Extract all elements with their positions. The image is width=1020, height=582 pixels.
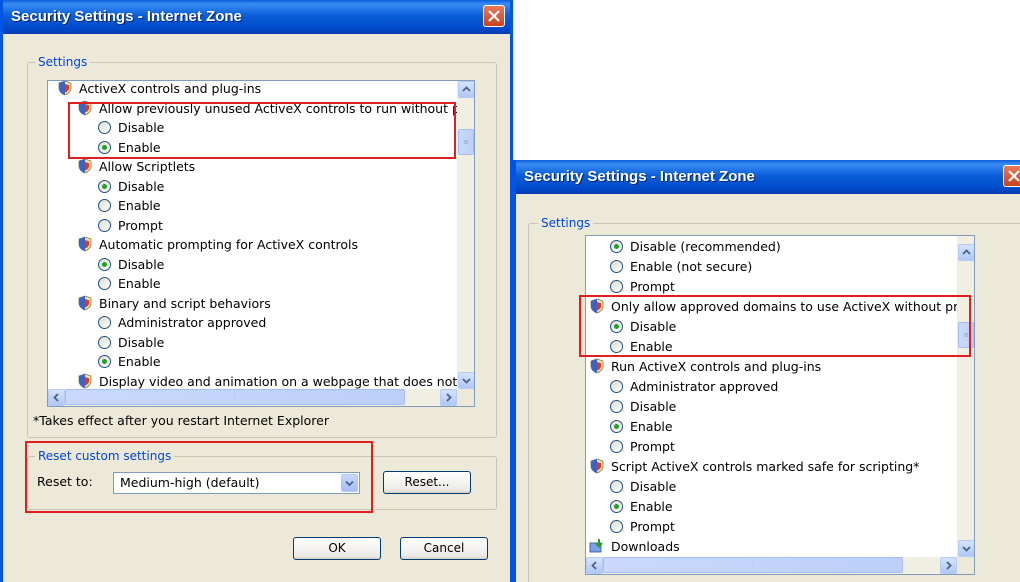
radio-button[interactable]: [610, 400, 623, 413]
option-label: Administrator approved: [630, 379, 779, 394]
option-label: Enable: [630, 419, 673, 434]
option-label: Enable: [630, 499, 673, 514]
radio-button[interactable]: [98, 277, 111, 290]
chevron-left-icon: [53, 393, 59, 402]
downloads-icon: [589, 539, 603, 553]
scroll-down-button[interactable]: [458, 372, 474, 389]
chevron-down-icon: [462, 378, 471, 384]
close-button[interactable]: [483, 5, 505, 27]
option-label: Prompt: [630, 279, 675, 294]
radio-button[interactable]: [98, 316, 111, 329]
reset-button[interactable]: Reset...: [383, 471, 471, 494]
option-label: Prompt: [630, 439, 675, 454]
option-label: Enable: [118, 354, 161, 369]
vertical-scrollbar[interactable]: ≡: [957, 236, 974, 557]
ok-button[interactable]: OK: [293, 537, 381, 560]
scroll-up-button[interactable]: [958, 244, 974, 261]
close-button[interactable]: [1003, 165, 1020, 187]
option-label: Automatic prompting for ActiveX controls: [99, 237, 359, 252]
shield-icon: [590, 358, 604, 374]
scroll-left-button[interactable]: [48, 389, 65, 406]
shield-icon: [58, 81, 72, 96]
shield-icon: [78, 373, 92, 388]
close-icon: [488, 10, 500, 22]
scroll-up-button[interactable]: [458, 81, 474, 98]
scroll-corner: [957, 557, 974, 574]
chevron-up-icon: [962, 249, 971, 255]
scroll-right-button[interactable]: [440, 389, 457, 406]
option-label: Display video and animation on a webpage…: [99, 373, 475, 389]
scroll-thumb[interactable]: ≡: [458, 129, 474, 155]
option-label: Enable: [118, 276, 161, 291]
horizontal-scrollbar[interactable]: ⦙: [586, 557, 957, 574]
security-settings-dialog-right: Security Settings - Internet Zone Settin…: [513, 160, 1020, 582]
chevron-right-icon: [946, 561, 952, 570]
option-label: Administrator approved: [118, 315, 267, 330]
security-settings-dialog-left: Security Settings - Internet Zone Settin…: [0, 0, 513, 582]
scroll-corner: [457, 389, 474, 406]
radio-button[interactable]: [98, 179, 111, 193]
option-label: Downloads: [611, 539, 680, 554]
radio-button[interactable]: [98, 335, 111, 349]
option-label: Disable: [118, 178, 165, 194]
shield-icon: [78, 236, 92, 252]
dialog-title: Security Settings - Internet Zone: [524, 168, 755, 185]
radio-button[interactable]: [610, 280, 623, 293]
shield-icon: [78, 295, 92, 310]
settings-group-label: Settings: [35, 55, 91, 69]
settings-list[interactable]: Disable (recommended) Enable (not secure)…: [585, 235, 975, 575]
scroll-left-button[interactable]: [586, 557, 603, 574]
highlight-box: [68, 102, 456, 159]
option-label: Allow Scriptlets: [99, 159, 196, 174]
option-label: ActiveX controls and plug-ins: [79, 81, 262, 96]
shield-icon: [590, 458, 604, 474]
option-label: Enable: [118, 198, 161, 213]
radio-button[interactable]: [98, 355, 111, 368]
radio-button[interactable]: [98, 199, 111, 212]
radio-button[interactable]: [610, 480, 623, 493]
radio-button[interactable]: [98, 257, 111, 271]
option-label: Prompt: [118, 217, 163, 233]
chevron-down-icon: [962, 546, 971, 552]
radio-button[interactable]: [610, 240, 623, 253]
horizontal-scroll-thumb[interactable]: ⦙: [65, 389, 405, 405]
scroll-right-button[interactable]: [940, 557, 957, 574]
shield-icon: [78, 158, 92, 174]
highlight-box: [579, 295, 971, 357]
option-label: Disable: [630, 479, 677, 494]
scroll-down-button[interactable]: [958, 540, 974, 557]
vertical-scrollbar[interactable]: ≡: [457, 81, 474, 389]
option-label: Script ActiveX controls marked safe for …: [611, 459, 920, 474]
option-label: Binary and script behaviors: [99, 295, 271, 311]
settings-group-label: Settings: [538, 216, 594, 230]
radio-button[interactable]: [610, 260, 623, 273]
radio-button[interactable]: [610, 380, 623, 393]
radio-button[interactable]: [610, 500, 623, 513]
option-label: Disable (recommended): [630, 239, 781, 254]
horizontal-scrollbar[interactable]: ⦙: [48, 389, 457, 406]
radio-button[interactable]: [610, 440, 623, 453]
title-bar: Security Settings - Internet Zone: [516, 160, 1020, 194]
option-label: Disable: [630, 399, 677, 414]
option-label: Enable (not secure): [630, 259, 753, 274]
close-icon: [1008, 170, 1020, 182]
highlight-box: [25, 441, 373, 513]
chevron-right-icon: [446, 393, 452, 402]
chevron-left-icon: [591, 561, 597, 570]
option-label: Run ActiveX controls and plug-ins: [611, 359, 822, 374]
dialog-title: Security Settings - Internet Zone: [11, 8, 242, 25]
radio-button[interactable]: [610, 420, 623, 433]
option-label: Disable: [118, 256, 165, 272]
restart-note: *Takes effect after you restart Internet…: [33, 413, 329, 428]
cancel-button[interactable]: Cancel: [400, 537, 488, 560]
option-label: Disable: [118, 334, 165, 350]
option-label: Prompt: [630, 519, 675, 534]
horizontal-scroll-thumb[interactable]: ⦙: [603, 557, 903, 573]
chevron-up-icon: [462, 86, 471, 92]
title-bar: Security Settings - Internet Zone: [3, 0, 510, 34]
radio-button[interactable]: [610, 520, 623, 533]
radio-button[interactable]: [98, 218, 111, 232]
